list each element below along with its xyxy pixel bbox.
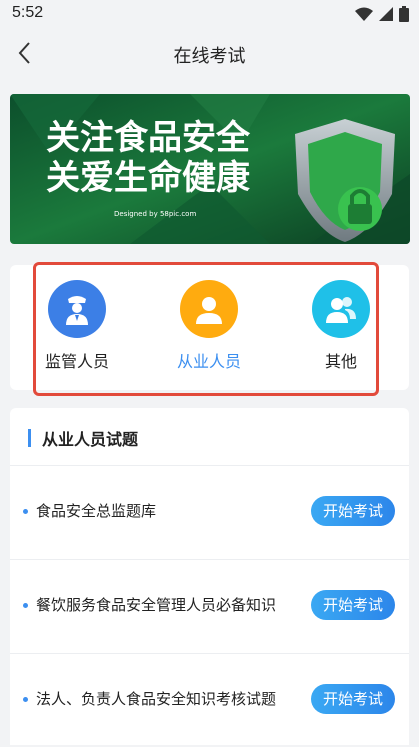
section-header: 从业人员试题	[28, 428, 139, 449]
battery-icon	[399, 6, 409, 22]
highlight-outline	[33, 262, 379, 396]
exam-list-card: 从业人员试题 食品安全总监题库 开始考试 餐饮服务食品安全管理人员必备知识 开始…	[10, 408, 409, 745]
wifi-icon	[355, 7, 373, 21]
bullet-dot	[23, 697, 28, 702]
section-accent-bar	[28, 429, 31, 447]
exam-row: 餐饮服务食品安全管理人员必备知识 开始考试	[10, 559, 409, 653]
start-exam-button[interactable]: 开始考试	[311, 684, 395, 714]
banner-credit: Designed by 58pic.com	[114, 210, 196, 218]
bullet-dot	[23, 509, 28, 514]
status-time: 5:52	[12, 4, 44, 21]
nav-bar: 在线考试	[0, 28, 419, 78]
status-bar: 5:52	[0, 0, 419, 28]
banner-line1: 关注食品安全	[46, 118, 251, 158]
bullet-dot	[23, 603, 28, 608]
banner: 关注食品安全 关爱生命健康 Designed by 58pic.com	[10, 94, 410, 244]
banner-line2: 关爱生命健康	[46, 158, 250, 198]
exam-row: 食品安全总监题库 开始考试	[10, 465, 409, 559]
status-icons	[355, 6, 409, 22]
section-title: 从业人员试题	[42, 430, 139, 449]
start-exam-button[interactable]: 开始考试	[311, 590, 395, 620]
page-title: 在线考试	[173, 46, 246, 67]
exam-title: 餐饮服务食品安全管理人员必备知识	[36, 596, 277, 614]
exam-title: 食品安全总监题库	[36, 502, 157, 520]
exam-title: 法人、负责人食品安全知识考核试题	[36, 690, 277, 708]
banner-image: 关注食品安全 关爱生命健康 Designed by 58pic.com	[10, 94, 410, 244]
signal-icon	[379, 7, 393, 21]
exam-row: 法人、负责人食品安全知识考核试题 开始考试	[10, 653, 409, 747]
start-exam-button[interactable]: 开始考试	[311, 496, 395, 526]
